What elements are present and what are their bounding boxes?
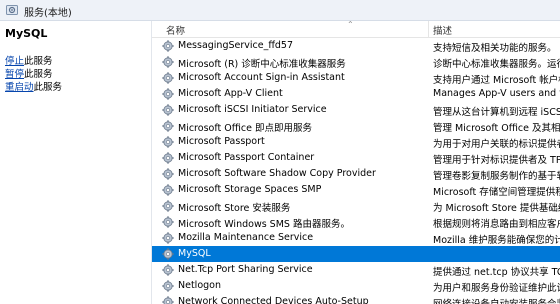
service-gear-icon xyxy=(162,104,174,116)
service-row[interactable]: Microsoft Passport Container 管理用于针对标识提供者及… xyxy=(152,150,560,166)
service-gear-icon xyxy=(162,232,174,244)
service-gear-icon xyxy=(162,216,174,228)
service-description-cell: 诊断中心标准收集器服务。运行 xyxy=(433,59,560,70)
service-row[interactable]: Microsoft Passport 为用于对用户关联的标识提供者进 xyxy=(152,134,560,150)
selected-service-name: MySQL xyxy=(5,27,48,40)
service-gear-icon xyxy=(162,248,174,260)
service-name-cell: Microsoft Software Shadow Copy Provider xyxy=(178,168,376,179)
sort-chevron-up-icon: ⌃ xyxy=(347,21,354,29)
service-gear-icon xyxy=(162,72,174,84)
service-row[interactable]: Microsoft (R) 诊断中心标准收集器服务 诊断中心标准收集器服务。运行 xyxy=(152,54,560,70)
service-description-cell: 根据规则将消息路由到相应客户端 xyxy=(433,219,560,230)
service-name-cell: Microsoft iSCSI Initiator Service xyxy=(178,104,327,115)
stop-service-action: 停止此服务 xyxy=(5,53,53,67)
service-name-cell: Microsoft Passport xyxy=(178,136,265,147)
service-name-cell: Microsoft App-V Client xyxy=(178,88,283,99)
service-row[interactable]: Microsoft iSCSI Initiator Service 管理从这台计算… xyxy=(152,102,560,118)
service-row[interactable]: Net.Tcp Port Sharing Service 提供通过 net.tcp… xyxy=(152,262,560,278)
service-description-cell: 管理卷影复制服务制作的基于软件 xyxy=(433,171,560,182)
title-bar: 服务(本地) xyxy=(0,0,560,21)
service-gear-icon xyxy=(162,120,174,132)
service-name-cell: MessagingService_ffd57 xyxy=(178,40,294,51)
service-row[interactable]: Microsoft Storage Spaces SMP Microsoft 存储… xyxy=(152,182,560,198)
service-gear-icon xyxy=(162,280,174,292)
restart-service-suffix: 此服务 xyxy=(33,82,63,93)
column-header-name[interactable]: 名称 xyxy=(166,23,185,37)
service-gear-icon xyxy=(162,168,174,180)
service-name-cell: Microsoft Store 安装服务 xyxy=(178,203,291,214)
service-gear-icon xyxy=(162,264,174,276)
service-name-cell: MySQL xyxy=(178,248,211,259)
service-description-cell: Manages App-V users and vir xyxy=(433,88,560,99)
service-row[interactable]: Microsoft App-V Client Manages App-V user… xyxy=(152,86,560,102)
service-row[interactable]: Mozilla Maintenance Service Mozilla 维护服务能… xyxy=(152,230,560,246)
restart-service-action: 重启动此服务 xyxy=(5,79,62,93)
service-description-cell: 管理 Microsoft Office 及其相关 xyxy=(433,123,560,134)
service-description-cell: 为用于对用户关联的标识提供者进 xyxy=(433,139,560,150)
service-name-cell: Microsoft Storage Spaces SMP xyxy=(178,184,322,195)
services-snapin-icon xyxy=(6,5,18,15)
service-name-cell: Microsoft Office 即点即用服务 xyxy=(178,123,313,134)
extended-pane: MySQL 停止此服务 暂停此服务 重启动此服务 xyxy=(0,21,150,304)
service-name-cell: Net.Tcp Port Sharing Service xyxy=(178,264,313,275)
service-gear-icon xyxy=(162,200,174,212)
service-name-cell: Microsoft Windows SMS 路由器服务。 xyxy=(178,219,350,230)
service-description-cell: 为用户和服务身份验证维护此计算 xyxy=(433,283,560,294)
service-name-cell: Microsoft Passport Container xyxy=(178,152,315,163)
service-description-cell: 管理从这台计算机到远程 iSCSI 目 xyxy=(433,107,560,118)
service-name-cell: Microsoft Account Sign-in Assistant xyxy=(178,72,345,83)
service-row[interactable]: Network Connected Devices Auto-Setup 网络连接… xyxy=(152,294,560,304)
service-list: ⌃ 名称 描述 MessagingService_ffd57 支持短信及相关功能的… xyxy=(152,21,560,304)
service-gear-icon xyxy=(162,56,174,68)
service-gear-icon xyxy=(162,136,174,148)
service-name-cell: Microsoft (R) 诊断中心标准收集器服务 xyxy=(178,59,346,70)
list-header: ⌃ 名称 描述 xyxy=(152,21,560,38)
column-separator[interactable] xyxy=(428,21,429,37)
service-description-cell: Microsoft 存储空间管理提供程序 xyxy=(433,187,560,198)
service-name-cell: Netlogon xyxy=(178,280,221,291)
service-gear-icon xyxy=(162,40,174,52)
service-description-cell: 网络连接设备自动安装服务会监视 xyxy=(433,296,560,304)
service-row[interactable]: Microsoft Software Shadow Copy Provider 管… xyxy=(152,166,560,182)
service-row[interactable]: Microsoft Windows SMS 路由器服务。 根据规则将消息路由到相应… xyxy=(152,214,560,230)
window-title: 服务(本地) xyxy=(24,8,72,19)
service-row[interactable]: MessagingService_ffd57 支持短信及相关功能的服务。 xyxy=(152,38,560,54)
service-row[interactable]: Netlogon 为用户和服务身份验证维护此计算 xyxy=(152,278,560,294)
service-row[interactable]: Microsoft Office 即点即用服务 管理 Microsoft Offi… xyxy=(152,118,560,134)
service-gear-icon xyxy=(162,88,174,100)
service-row[interactable]: Microsoft Store 安装服务 为 Microsoft Store 提供… xyxy=(152,198,560,214)
service-gear-icon xyxy=(162,184,174,196)
pause-service-action: 暂停此服务 xyxy=(5,66,53,80)
service-description-cell: 为 Microsoft Store 提供基础结构 xyxy=(433,203,560,214)
service-description-cell: 提供通过 net.tcp 协议共享 TCP xyxy=(433,267,560,278)
service-name-cell: Network Connected Devices Auto-Setup xyxy=(178,296,369,304)
service-name-cell: Mozilla Maintenance Service xyxy=(178,232,314,243)
service-gear-icon xyxy=(162,296,174,304)
service-description-cell: 支持短信及相关功能的服务。 xyxy=(433,43,557,54)
column-header-description[interactable]: 描述 xyxy=(433,23,452,37)
service-description-cell: Mozilla 维护服务能确保您的计算 xyxy=(433,235,560,246)
service-description-cell: 支持用户通过 Microsoft 帐户标 xyxy=(433,75,560,86)
service-row[interactable]: MySQL xyxy=(152,246,560,262)
service-description-cell: 管理用于针对标识提供者及 TPM xyxy=(433,155,560,166)
service-gear-icon xyxy=(162,152,174,164)
service-row[interactable]: Microsoft Account Sign-in Assistant 支持用户通… xyxy=(152,70,560,86)
restart-service-link[interactable]: 重启动 xyxy=(5,82,34,93)
